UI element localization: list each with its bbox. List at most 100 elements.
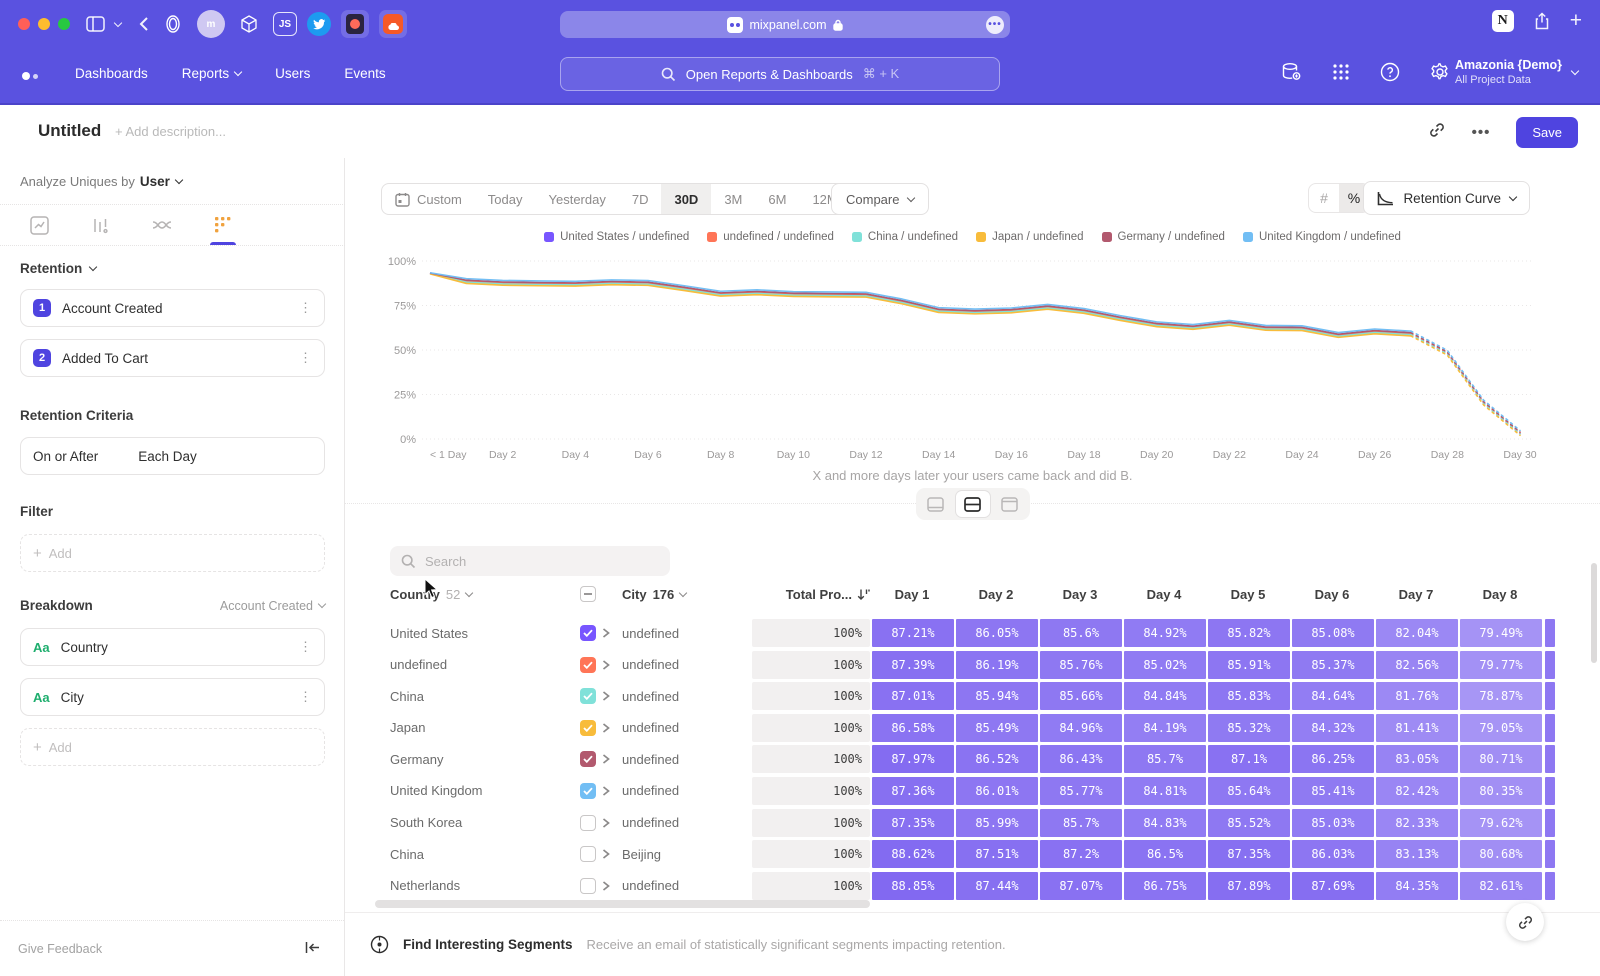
range-6m[interactable]: 6M [755,184,799,214]
retention-value-cell[interactable]: 85.76% [1040,651,1122,679]
row-checkbox[interactable] [580,625,596,641]
retention-value-cell[interactable]: 87.39% [872,651,954,679]
sidebar-toggle-icon[interactable] [86,16,105,32]
global-search[interactable]: Open Reports & Dashboards ⌘ + K [560,57,1000,91]
retention-value-cell[interactable]: 85.49% [956,714,1038,742]
add-description[interactable]: + Add description... [115,124,226,139]
range-custom[interactable]: Custom [382,184,475,214]
country-cell[interactable]: China [390,847,580,862]
save-button[interactable]: Save [1516,117,1578,148]
retention-value-cell[interactable]: 79.62% [1460,809,1542,837]
country-cell[interactable]: United States [390,626,580,641]
add-breakdown-button[interactable]: +Add [20,728,325,766]
retention-value-cell[interactable]: 86.58% [872,714,954,742]
retention-value-cell[interactable]: 85.52% [1208,809,1290,837]
retention-value-cell[interactable]: 85.02% [1124,651,1206,679]
retention-value-cell[interactable]: 87.97% [872,745,954,773]
retention-value-cell[interactable]: 85.7% [1040,809,1122,837]
row-checkbox[interactable] [580,783,596,799]
country-cell[interactable]: South Korea [390,815,580,830]
nav-users[interactable]: Users [275,66,310,81]
legend-item[interactable]: undefined / undefined [707,231,834,243]
retention-value-cell[interactable]: 84.64% [1292,682,1374,710]
retention-value-cell[interactable]: 85.91% [1208,651,1290,679]
day-column-header[interactable]: Day 1 [870,587,954,602]
address-bar[interactable]: mixpanel.com ••• [560,11,1010,38]
retention-value-cell[interactable]: 85.37% [1292,651,1374,679]
retention-value-cell[interactable]: 79.05% [1460,714,1542,742]
retention-value-cell[interactable]: 85.41% [1292,777,1374,805]
notion-icon[interactable]: N [1492,10,1514,32]
city-cell[interactable]: undefined [622,626,752,641]
retention-value-cell[interactable]: 82.56% [1376,651,1458,679]
retention-value-cell[interactable]: 86.03% [1292,840,1374,868]
legend-item[interactable]: United States / undefined [544,231,689,243]
legend-item[interactable]: Germany / undefined [1102,231,1225,243]
retention-value-cell[interactable]: 87.01% [872,682,954,710]
row-checkbox[interactable] [580,878,596,894]
tab-funnels[interactable] [91,205,110,245]
retention-value-cell[interactable]: 80.35% [1460,777,1542,805]
retention-value-cell[interactable]: 85.66% [1040,682,1122,710]
retention-value-cell[interactable]: 81.41% [1376,714,1458,742]
country-cell[interactable]: Netherlands [390,878,580,893]
retention-value-cell[interactable]: 84.83% [1124,809,1206,837]
table-search-input[interactable] [425,554,645,569]
retention-value-cell[interactable]: 85.94% [956,682,1038,710]
share-icon[interactable] [1534,12,1550,30]
retention-value-cell[interactable]: 83.05% [1376,745,1458,773]
retention-value-cell[interactable]: 84.96% [1040,714,1122,742]
retention-value-cell[interactable]: 82.33% [1376,809,1458,837]
breakdown-city[interactable]: Aa City ⋮ [20,678,325,716]
country-cell[interactable]: Japan [390,720,580,735]
kebab-menu-icon[interactable]: ⋮ [299,303,312,313]
retention-value-cell[interactable]: 85.83% [1208,682,1290,710]
range-yesterday[interactable]: Yesterday [536,184,619,214]
retention-value-cell[interactable]: 85.99% [956,809,1038,837]
retention-value-cell[interactable]: 86.19% [956,651,1038,679]
city-cell[interactable]: undefined [622,878,752,893]
extension-record-icon[interactable] [341,10,369,38]
extension-cloud-icon[interactable] [379,10,407,38]
retention-value-cell[interactable]: 87.07% [1040,872,1122,900]
add-filter-button[interactable]: +Add [20,534,325,572]
retention-value-cell[interactable]: 87.1% [1208,745,1290,773]
more-options-icon[interactable]: ••• [1472,124,1491,141]
range-7d[interactable]: 7D [619,184,662,214]
retention-value-cell[interactable]: 82.42% [1376,777,1458,805]
retention-value-cell[interactable]: 86.43% [1040,745,1122,773]
extension-m-icon[interactable]: m [197,10,225,38]
tab-insights[interactable] [30,205,49,245]
retention-value-cell[interactable]: 85.64% [1208,777,1290,805]
retention-value-cell[interactable]: 87.69% [1292,872,1374,900]
retention-value-cell[interactable]: 85.08% [1292,619,1374,647]
breakdown-country[interactable]: Aa Country ⋮ [20,628,325,666]
country-cell[interactable]: undefined [390,657,580,672]
retention-value-cell[interactable]: 85.32% [1208,714,1290,742]
day-column-header[interactable]: Day 3 [1038,587,1122,602]
kebab-menu-icon[interactable]: ⋮ [299,353,312,363]
row-checkbox[interactable] [580,751,596,767]
zoom-window-button[interactable] [58,18,70,30]
select-all-checkbox[interactable] [580,586,596,602]
retention-value-cell[interactable]: 85.6% [1040,619,1122,647]
format-absolute[interactable]: # [1309,184,1339,212]
nav-events[interactable]: Events [344,66,385,81]
city-cell[interactable]: Beijing [622,847,752,862]
site-options-icon[interactable]: ••• [986,16,1004,34]
view-split-toggle[interactable] [956,491,990,517]
chevron-down-icon[interactable] [114,18,122,26]
retention-value-cell[interactable]: 81.76% [1376,682,1458,710]
retention-value-cell[interactable]: 87.2% [1040,840,1122,868]
expand-row-icon[interactable] [602,754,622,764]
retention-value-cell[interactable]: 86.05% [956,619,1038,647]
retention-value-cell[interactable]: 80.71% [1460,745,1542,773]
new-tab-icon[interactable]: + [1570,9,1582,33]
day-column-header[interactable]: Day 4 [1122,587,1206,602]
legend-item[interactable]: United Kingdom / undefined [1243,231,1401,243]
row-checkbox[interactable] [580,688,596,704]
retention-criteria-selector[interactable]: On or After Each Day [20,437,325,475]
view-table-only-toggle[interactable] [993,491,1027,517]
apps-grid-icon[interactable] [1332,63,1350,86]
chart-type-selector[interactable]: Retention Curve [1363,181,1530,215]
